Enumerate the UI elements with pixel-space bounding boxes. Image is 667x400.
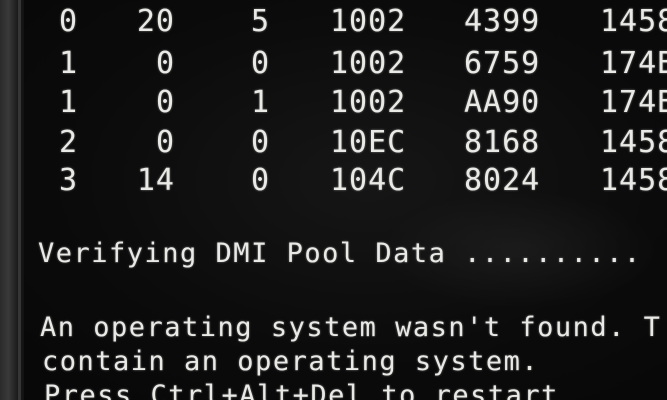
- device-id: 4399: [464, 4, 541, 39]
- table-row: 3 14 0 104C 8024 1458: [0, 162, 667, 200]
- pci-device-listing: 0 20 5 1002 4399 1458 1 0 0 1002 6759 17…: [0, 0, 667, 200]
- vendor-id: 104C: [330, 163, 407, 198]
- function-number: 0: [250, 125, 270, 160]
- subsystem-id: 174B: [600, 85, 667, 120]
- subsystem-id: 1458: [600, 125, 667, 160]
- device-id: 6759: [464, 46, 541, 81]
- function-number: 1: [250, 85, 270, 120]
- function-number: 0: [250, 163, 270, 198]
- bus-number: 2: [58, 125, 78, 160]
- function-number: 0: [250, 46, 270, 81]
- vendor-id: 1002: [330, 85, 407, 120]
- bus-number: 3: [58, 163, 78, 198]
- device-number: 0: [155, 85, 175, 120]
- device-number: 14: [136, 163, 175, 198]
- device-number: 20: [136, 4, 175, 39]
- bios-post-screen: 0 20 5 1002 4399 1458 1 0 0 1002 6759 17…: [0, 0, 667, 400]
- table-row: 1 0 0 1002 6759 174B: [0, 45, 667, 83]
- bus-number: 1: [58, 85, 78, 120]
- table-row: 0 20 5 1002 4399 1458: [0, 3, 667, 41]
- os-not-found-message: An operating system wasn't found. T: [40, 312, 662, 343]
- table-row: 1 0 1 1002 AA90 174B: [0, 84, 667, 122]
- vendor-id: 10EC: [330, 125, 407, 160]
- device-id: 8168: [464, 125, 541, 160]
- bus-number: 1: [58, 46, 78, 81]
- table-row: 2 0 0 10EC 8168 1458: [0, 124, 667, 162]
- subsystem-id: 1458: [600, 4, 667, 39]
- bus-number: 0: [58, 4, 78, 39]
- device-number: 0: [155, 46, 175, 81]
- function-number: 5: [250, 4, 270, 39]
- dmi-verify-message: Verifying DMI Pool Data ..........: [38, 238, 642, 269]
- press-restart-message: Press Ctrl+Alt+Del to restart: [44, 380, 559, 400]
- device-id: 8024: [464, 163, 541, 198]
- vendor-id: 1002: [330, 4, 407, 39]
- device-id: AA90: [464, 85, 541, 120]
- device-number: 0: [155, 125, 175, 160]
- contain-os-message: contain an operating system.: [42, 346, 540, 377]
- subsystem-id: 174B: [600, 46, 667, 81]
- vendor-id: 1002: [330, 46, 407, 81]
- subsystem-id: 1458: [600, 163, 667, 198]
